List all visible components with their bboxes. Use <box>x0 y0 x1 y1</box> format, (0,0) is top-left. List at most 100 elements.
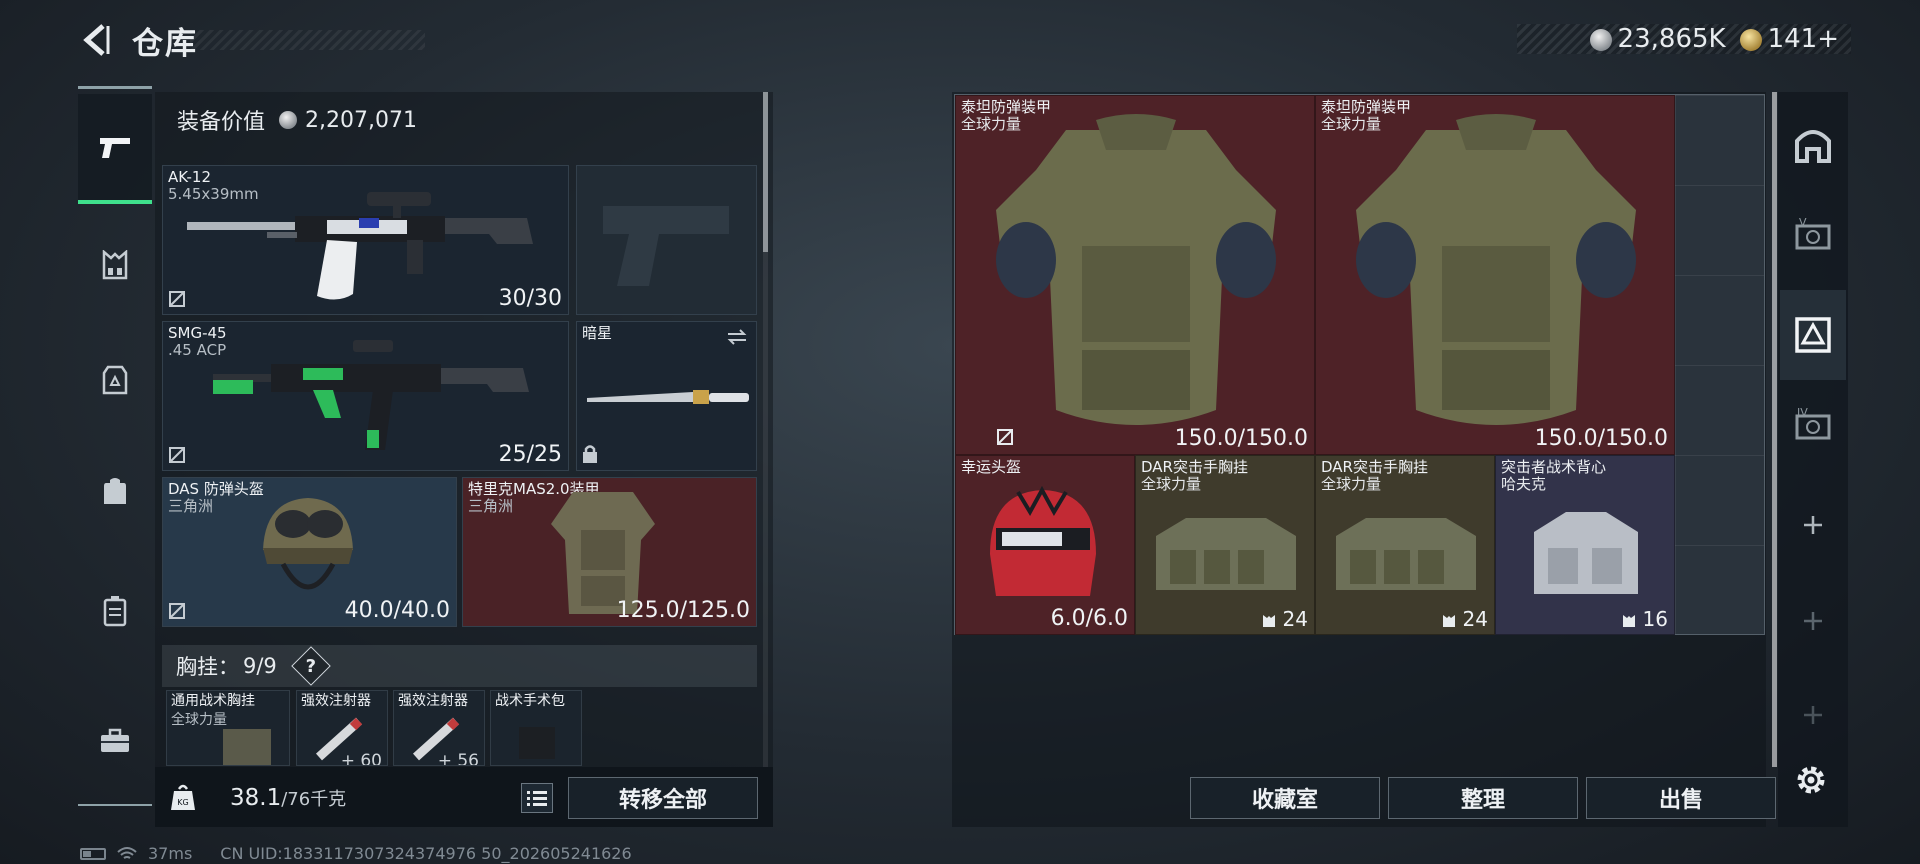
item-faction: 哈夫克 <box>1501 475 1547 493</box>
collection-room-button[interactable]: 收藏室 <box>1190 777 1380 819</box>
helmet-faction: 三角洲 <box>168 497 214 515</box>
surgery-kit-icon <box>519 727 555 759</box>
item-capacity-value: 16 <box>1642 607 1668 631</box>
pistol-icon <box>100 138 130 158</box>
helmet-durability: 40.0/40.0 <box>344 598 450 623</box>
stash-item[interactable]: 泰坦防弹装甲 全球力量 150.0/150.0 <box>955 95 1315 455</box>
stash-item[interactable]: DAR突击手胸挂 全球力量 24 <box>1135 455 1315 635</box>
stash-tab-1[interactable] <box>1780 100 1846 190</box>
page-title: 仓库 <box>132 26 198 62</box>
add-stash-tab-3[interactable] <box>1780 670 1846 760</box>
item-durability: 150.0/150.0 <box>1174 426 1308 451</box>
help-button[interactable]: ? <box>290 646 331 686</box>
melee-slot[interactable]: 暗星 <box>576 321 757 471</box>
ammo-count: 25/25 <box>498 442 562 467</box>
helmet-slot[interactable]: DAS 防弹头盔 三角洲 40.0/40.0 <box>162 477 457 627</box>
currency-gold-value: 141+ <box>1767 24 1839 54</box>
chest-rig-bar: 胸挂： 9/9 ? <box>162 645 757 687</box>
armor-slot[interactable]: 特里克MAS2.0装甲 三角洲 125.0/125.0 <box>462 477 757 627</box>
svg-text:IV: IV <box>1797 408 1808 419</box>
organize-button[interactable]: 整理 <box>1388 777 1578 819</box>
triangle-coin-icon <box>1739 28 1762 51</box>
titan-armor-image <box>1356 114 1636 425</box>
rig-capacity-icon <box>1263 614 1276 627</box>
plus-icon <box>1804 706 1822 724</box>
nav-item-chest-rig[interactable] <box>78 210 152 320</box>
currency-bar: 23,865K 141+ <box>1517 24 1851 54</box>
item-name: 强效注射器 <box>398 693 468 709</box>
gear-icon <box>1797 766 1825 794</box>
nav-item-backpack[interactable] <box>78 436 152 546</box>
pistol-slot-empty[interactable] <box>576 165 757 315</box>
category-nav <box>78 86 152 806</box>
coin-icon <box>279 111 298 129</box>
swap-icon[interactable] <box>726 328 748 346</box>
sell-button[interactable]: 出售 <box>1586 777 1776 819</box>
transfer-all-button[interactable]: 转移全部 <box>568 777 758 819</box>
stash-tab-active[interactable] <box>1780 290 1846 380</box>
stash-tab-5-icon: V <box>1795 218 1831 250</box>
stash-tab-5[interactable]: V <box>1780 190 1846 280</box>
stash-scrollbar[interactable] <box>1772 92 1777 767</box>
item-capacity: 16 <box>1622 607 1668 631</box>
add-stash-tab-1[interactable] <box>1780 480 1846 570</box>
stash-item[interactable]: DAR突击手胸挂 全球力量 24 <box>1315 455 1495 635</box>
equip-value: 2,207,071 <box>305 107 417 133</box>
chest-rig-item[interactable]: 战术手术包 <box>490 690 582 766</box>
uid-text: CN UID:1833117307324374976 50_2026052416… <box>220 844 632 863</box>
secondary-weapon-slot[interactable]: SMG-45 .45 ACP 25/25 <box>162 321 569 471</box>
no-drop-icon <box>168 290 186 308</box>
item-name: 突击者战术背心 <box>1501 458 1607 476</box>
knife-image <box>587 390 749 404</box>
item-name: 强效注射器 <box>301 693 371 709</box>
stash-item[interactable]: 幸运头盔 6.0/6.0 <box>955 455 1135 635</box>
stash-tab-4[interactable]: IV <box>1780 380 1846 470</box>
helmet-image <box>263 498 353 590</box>
chest-rig-item[interactable]: 强效注射器 + 56 <box>393 690 485 766</box>
ammo-count: 30/30 <box>498 286 562 311</box>
currency-silver[interactable]: 23,865K <box>1589 24 1726 54</box>
nav-item-toolbox[interactable] <box>78 686 152 796</box>
help-icon: ? <box>305 655 317 677</box>
chest-rig-item[interactable]: 强效注射器 + 60 <box>296 690 388 766</box>
status-bar: 37ms CN UID:1833117307324374976 50_20260… <box>80 844 632 863</box>
no-drop-icon <box>168 446 186 464</box>
battery-icon <box>80 847 106 860</box>
currency-gold[interactable]: 141+ <box>1739 24 1839 54</box>
pistol-placeholder-icon <box>603 206 729 286</box>
item-capacity: 24 <box>1442 607 1488 631</box>
armor-durability: 125.0/125.0 <box>616 598 750 623</box>
item-capacity: 24 <box>1262 607 1308 631</box>
chest-rig-icon <box>102 250 128 280</box>
back-button[interactable] <box>78 20 114 60</box>
svg-text:V: V <box>1799 218 1807 229</box>
primary-weapon-slot[interactable]: AK-12 5.45x39mm 30/30 <box>162 165 569 315</box>
nav-item-weapons[interactable] <box>78 94 152 204</box>
item-capacity-value: 24 <box>1282 607 1308 631</box>
lucky-helmet-image <box>990 485 1096 596</box>
nav-item-case[interactable] <box>78 556 152 666</box>
add-stash-tab-2[interactable] <box>1780 576 1846 666</box>
no-drop-icon <box>996 428 1014 446</box>
stash-item[interactable]: 泰坦防弹装甲 全球力量 150.0/150.0 <box>1315 95 1675 455</box>
stash-tab-active-icon <box>1795 317 1831 353</box>
weight-max: /76千克 <box>281 789 347 810</box>
item-name: 幸运头盔 <box>961 458 1022 476</box>
item-count: + 60 <box>340 751 382 766</box>
settings-button[interactable] <box>1793 762 1829 798</box>
nav-bottom-line <box>78 804 152 806</box>
chest-rig-item[interactable]: 通用战术胸挂 全球力量 <box>166 690 290 766</box>
no-drop-icon <box>168 602 186 620</box>
stash-item[interactable]: 突击者战术背心 哈夫克 16 <box>1495 455 1675 635</box>
loadout-scroll-thumb[interactable] <box>763 92 768 252</box>
list-icon <box>527 791 547 806</box>
chest-rig-image <box>1336 518 1476 590</box>
nav-item-armor[interactable] <box>78 326 152 436</box>
equip-value-label: 装备价值 <box>177 110 266 135</box>
armor-faction: 三角洲 <box>468 497 514 515</box>
title-decoration <box>190 30 425 50</box>
armor-icon <box>102 365 128 395</box>
stash-tab-4-icon: IV <box>1795 408 1831 440</box>
wifi-icon <box>117 846 137 859</box>
list-view-button[interactable] <box>521 783 553 813</box>
